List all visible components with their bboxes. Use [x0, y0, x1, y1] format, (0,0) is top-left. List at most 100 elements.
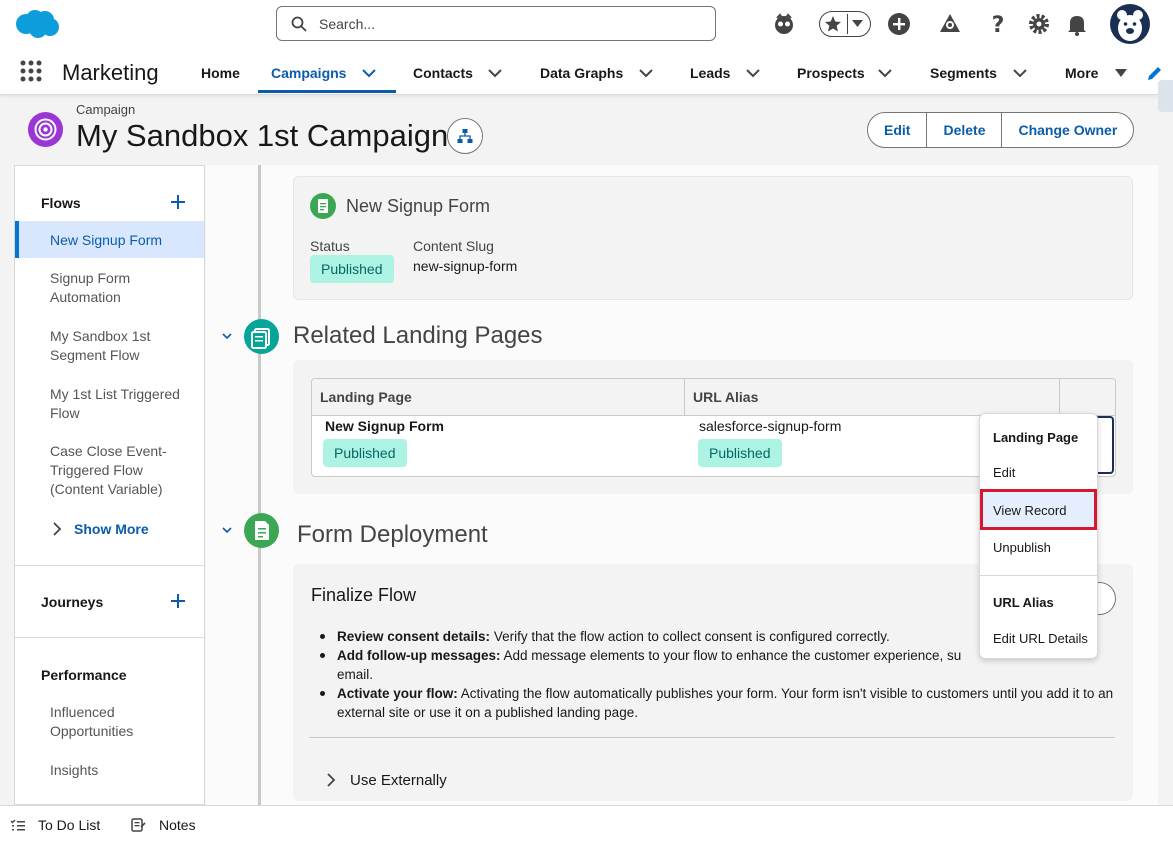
flow-form-icon: [310, 193, 336, 219]
chevron-down-icon[interactable]: [488, 67, 502, 79]
todo-list-button[interactable]: To Do List: [38, 817, 100, 833]
trailhead-icon[interactable]: [937, 11, 963, 37]
add-journey-icon[interactable]: [171, 594, 185, 608]
flows-side-panel: Flows New Signup Form Signup Form Automa…: [14, 165, 205, 805]
nav-item-data-graphs[interactable]: Data Graphs: [540, 65, 623, 81]
view-hierarchy-button[interactable]: [447, 118, 483, 154]
todo-list-icon: [10, 819, 25, 831]
performance-item-insights[interactable]: Insights: [50, 761, 200, 780]
menu-item-edit-url-details[interactable]: Edit URL Details: [993, 631, 1088, 646]
favorites-button[interactable]: [819, 11, 871, 37]
app-launcher-icon[interactable]: [20, 60, 42, 82]
collapse-chevron-icon[interactable]: [221, 525, 233, 535]
menu-item-label: View Record: [993, 503, 1067, 518]
step-title: Add follow-up messages:: [337, 648, 501, 663]
chevron-down-icon[interactable]: [746, 67, 760, 79]
flow-card-title: New Signup Form: [346, 196, 491, 216]
chevron-down-icon[interactable]: [639, 67, 653, 79]
status-badge: Published: [310, 255, 394, 283]
delete-button[interactable]: Delete: [926, 112, 1003, 148]
page-title: My Sandbox 1st Campaign: [76, 118, 449, 153]
hierarchy-icon: [457, 129, 473, 143]
change-owner-button[interactable]: Change Owner: [1001, 112, 1135, 148]
content-slug-label: Content Slug: [413, 238, 494, 254]
global-header: Search... ?: [0, 0, 1173, 48]
column-header-actions: [1060, 379, 1115, 416]
related-landing-pages-title: Related Landing Pages: [293, 322, 543, 349]
nav-item-leads[interactable]: Leads: [690, 65, 730, 81]
chevron-right-icon[interactable]: [325, 773, 337, 787]
agent-icon[interactable]: [771, 11, 797, 37]
list-item: Activate your flow: Activating the flow …: [320, 684, 1120, 722]
global-create-icon[interactable]: [886, 11, 912, 37]
nav-item-prospects[interactable]: Prospects: [797, 65, 865, 81]
flow-item-label: New Signup Form: [50, 232, 163, 248]
use-externally-toggle[interactable]: Use Externally: [350, 772, 447, 789]
chevron-right-icon[interactable]: [52, 522, 62, 536]
divider: [309, 737, 1115, 738]
side-panel-toggle[interactable]: [1158, 80, 1173, 112]
column-header-landing-page[interactable]: Landing Page: [312, 379, 685, 416]
step-title: Activate your flow:: [337, 686, 458, 701]
column-header-url-alias[interactable]: URL Alias: [685, 379, 1060, 416]
performance-item-influenced-opportunities[interactable]: Influenced Opportunities: [50, 703, 200, 741]
url-alias-status-badge: Published: [698, 439, 782, 467]
step-title: Review consent details:: [337, 629, 491, 644]
chevron-down-icon[interactable]: [1013, 67, 1027, 79]
flow-item[interactable]: Case Close Event-Triggered Flow (Content…: [50, 442, 200, 499]
notifications-bell-icon[interactable]: [1064, 11, 1090, 37]
add-flow-icon[interactable]: [171, 195, 185, 209]
notes-icon: [131, 818, 146, 832]
salesforce-logo[interactable]: [14, 8, 60, 40]
edit-button[interactable]: Edit: [867, 112, 928, 148]
menu-item-view-record[interactable]: View Record: [980, 489, 1097, 530]
record-actions: Edit Delete Change Owner: [867, 112, 1135, 148]
content-slug-value: new-signup-form: [413, 258, 518, 274]
svg-text:?: ?: [992, 13, 1005, 37]
utility-bar: To Do List Notes: [0, 805, 1173, 841]
url-alias-value: salesforce-signup-form: [699, 418, 842, 434]
flow-item[interactable]: My Sandbox 1st Segment Flow: [50, 327, 200, 365]
record-type-label: Campaign: [76, 102, 136, 117]
favorites-dropdown-icon[interactable]: [852, 20, 863, 28]
nav-item-home[interactable]: Home: [201, 65, 240, 81]
menu-header-landing-page: Landing Page: [993, 430, 1079, 445]
flows-heading: Flows: [41, 195, 81, 211]
nav-item-more[interactable]: More: [1065, 65, 1098, 81]
landing-pages-icon: [244, 319, 279, 354]
caret-down-icon[interactable]: [1114, 67, 1128, 79]
chevron-down-icon[interactable]: [878, 67, 892, 79]
setup-gear-icon[interactable]: [1026, 11, 1052, 37]
nav-active-indicator: [258, 90, 396, 93]
journeys-heading: Journeys: [41, 594, 104, 610]
chevron-down-icon[interactable]: [362, 67, 376, 79]
collapse-chevron-icon[interactable]: [221, 331, 233, 341]
user-avatar[interactable]: [1110, 4, 1150, 44]
flow-item[interactable]: My 1st List Triggered Flow: [50, 385, 200, 423]
row-actions-menu: Landing Page Edit View Record Unpublish …: [979, 413, 1098, 659]
menu-header-url-alias: URL Alias: [993, 595, 1054, 610]
menu-item-unpublish[interactable]: Unpublish: [993, 540, 1051, 555]
nav-item-campaigns[interactable]: Campaigns: [271, 65, 346, 81]
timeline-line: [258, 165, 261, 805]
finalize-flow-title: Finalize Flow: [311, 585, 417, 605]
flow-item-selected[interactable]: New Signup Form: [15, 221, 204, 258]
flow-item[interactable]: Signup Form Automation: [50, 269, 200, 307]
campaign-icon: [28, 112, 63, 147]
show-more-link[interactable]: Show More: [74, 521, 149, 537]
menu-item-edit[interactable]: Edit: [993, 465, 1015, 480]
help-icon[interactable]: ?: [985, 11, 1011, 37]
landing-page-name[interactable]: New Signup Form: [325, 418, 444, 434]
form-deployment-icon: [244, 513, 279, 548]
nav-item-contacts[interactable]: Contacts: [413, 65, 473, 81]
landing-page-status-badge: Published: [323, 439, 407, 467]
notes-button[interactable]: Notes: [159, 817, 196, 833]
nav-item-segments[interactable]: Segments: [930, 65, 997, 81]
global-search-input[interactable]: Search...: [276, 6, 716, 41]
search-placeholder: Search...: [319, 16, 376, 32]
app-name: Marketing: [62, 60, 159, 85]
status-label: Status: [310, 238, 350, 254]
performance-heading: Performance: [41, 667, 127, 683]
favorites-star-icon: [825, 16, 841, 32]
app-nav-bar: Marketing Home Campaigns Contacts Data G…: [0, 48, 1173, 95]
